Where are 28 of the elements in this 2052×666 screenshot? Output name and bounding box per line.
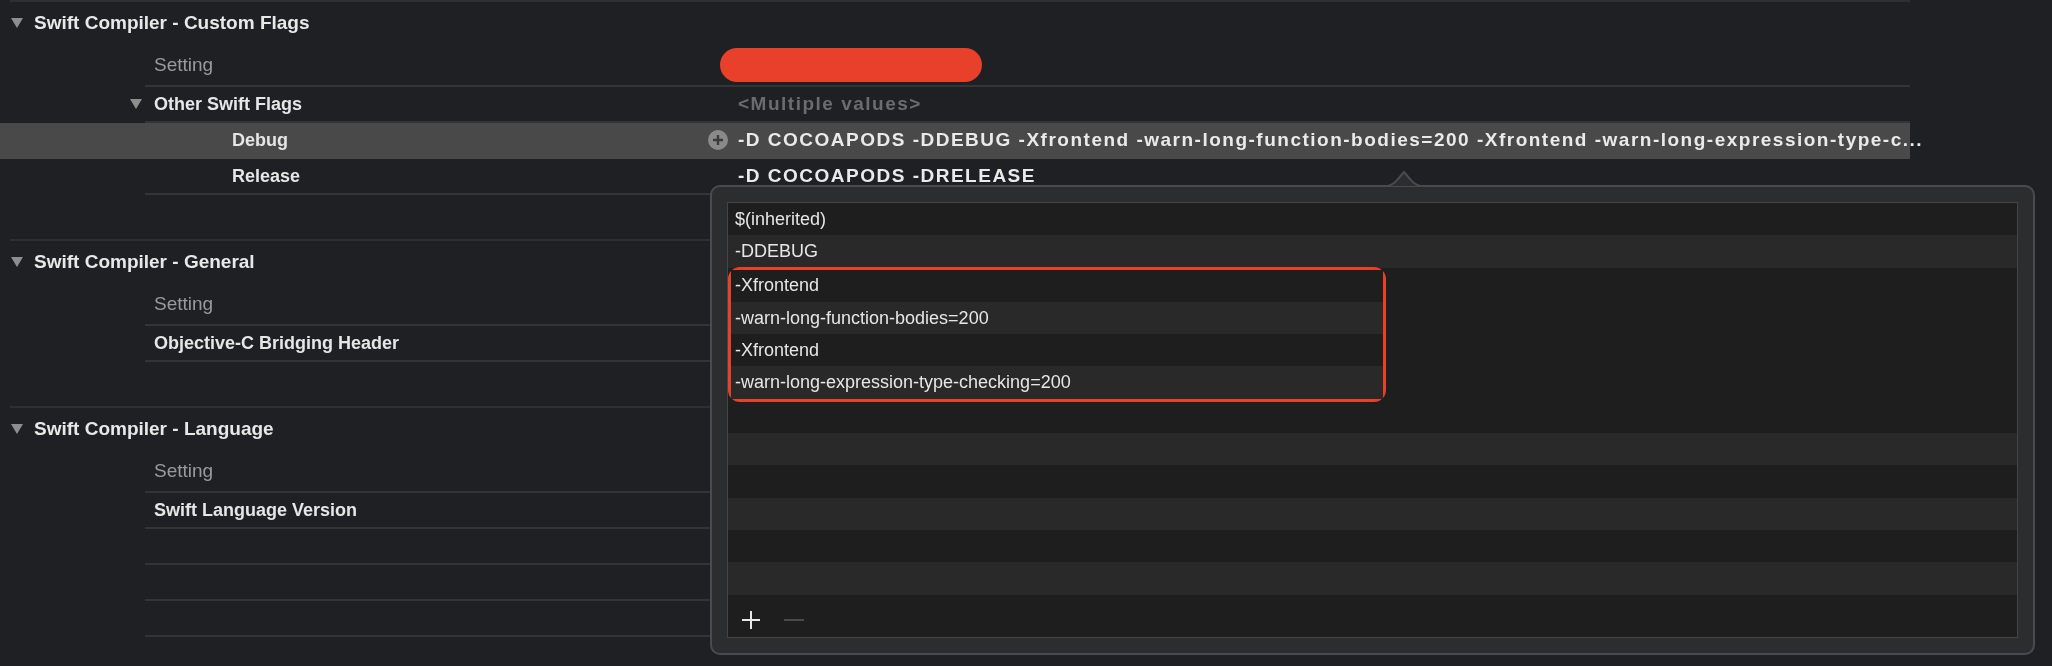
setting-value[interactable]: -D COCOAPODS -DDEBUG -Xfrontend -warn-long-function-bodies=200 -Xfrontend -warn-long-expression-type-c...	[738, 129, 1924, 151]
flag-text: $(inherited)	[735, 208, 827, 230]
setting-value[interactable]: -D COCOAPODS -DRELEASE	[738, 165, 1036, 187]
list-item[interactable]: -warn-long-expression-type-checking=200	[731, 366, 1383, 399]
setting-name: Release	[232, 165, 301, 187]
flag-text: -Xfrontend	[735, 339, 820, 361]
list-item[interactable]: -warn-long-function-bodies=200	[731, 301, 1383, 335]
disclosure-triangle-icon[interactable]	[129, 98, 143, 110]
flag-text: -Xfrontend	[735, 275, 820, 297]
column-header: Setting	[153, 459, 215, 482]
flag-text: -DDEBUG	[735, 240, 818, 262]
column-header: Setting	[153, 53, 215, 76]
disclosure-triangle-icon[interactable]	[10, 256, 24, 268]
section-title: Swift Compiler - General	[34, 251, 255, 273]
setting-name: Other Swift Flags	[154, 93, 303, 115]
add-circle-icon[interactable]	[708, 130, 728, 150]
section-title: Swift Compiler - Language	[34, 418, 274, 440]
flag-text: -warn-long-function-bodies=200	[735, 307, 989, 329]
add-icon[interactable]	[740, 609, 762, 631]
disclosure-triangle-icon[interactable]	[10, 423, 24, 435]
flag-text: -warn-long-expression-type-checking=200	[735, 372, 1071, 394]
list-item[interactable]: -DDEBUG	[728, 235, 2017, 268]
disclosure-triangle-icon[interactable]	[10, 17, 24, 29]
setting-name: Objective-C Bridging Header	[154, 332, 400, 354]
setting-name: Swift Language Version	[154, 499, 358, 521]
column-header: Setting	[153, 292, 215, 315]
section-title: Swift Compiler - Custom Flags	[34, 12, 310, 34]
setting-name: Debug	[232, 129, 288, 151]
